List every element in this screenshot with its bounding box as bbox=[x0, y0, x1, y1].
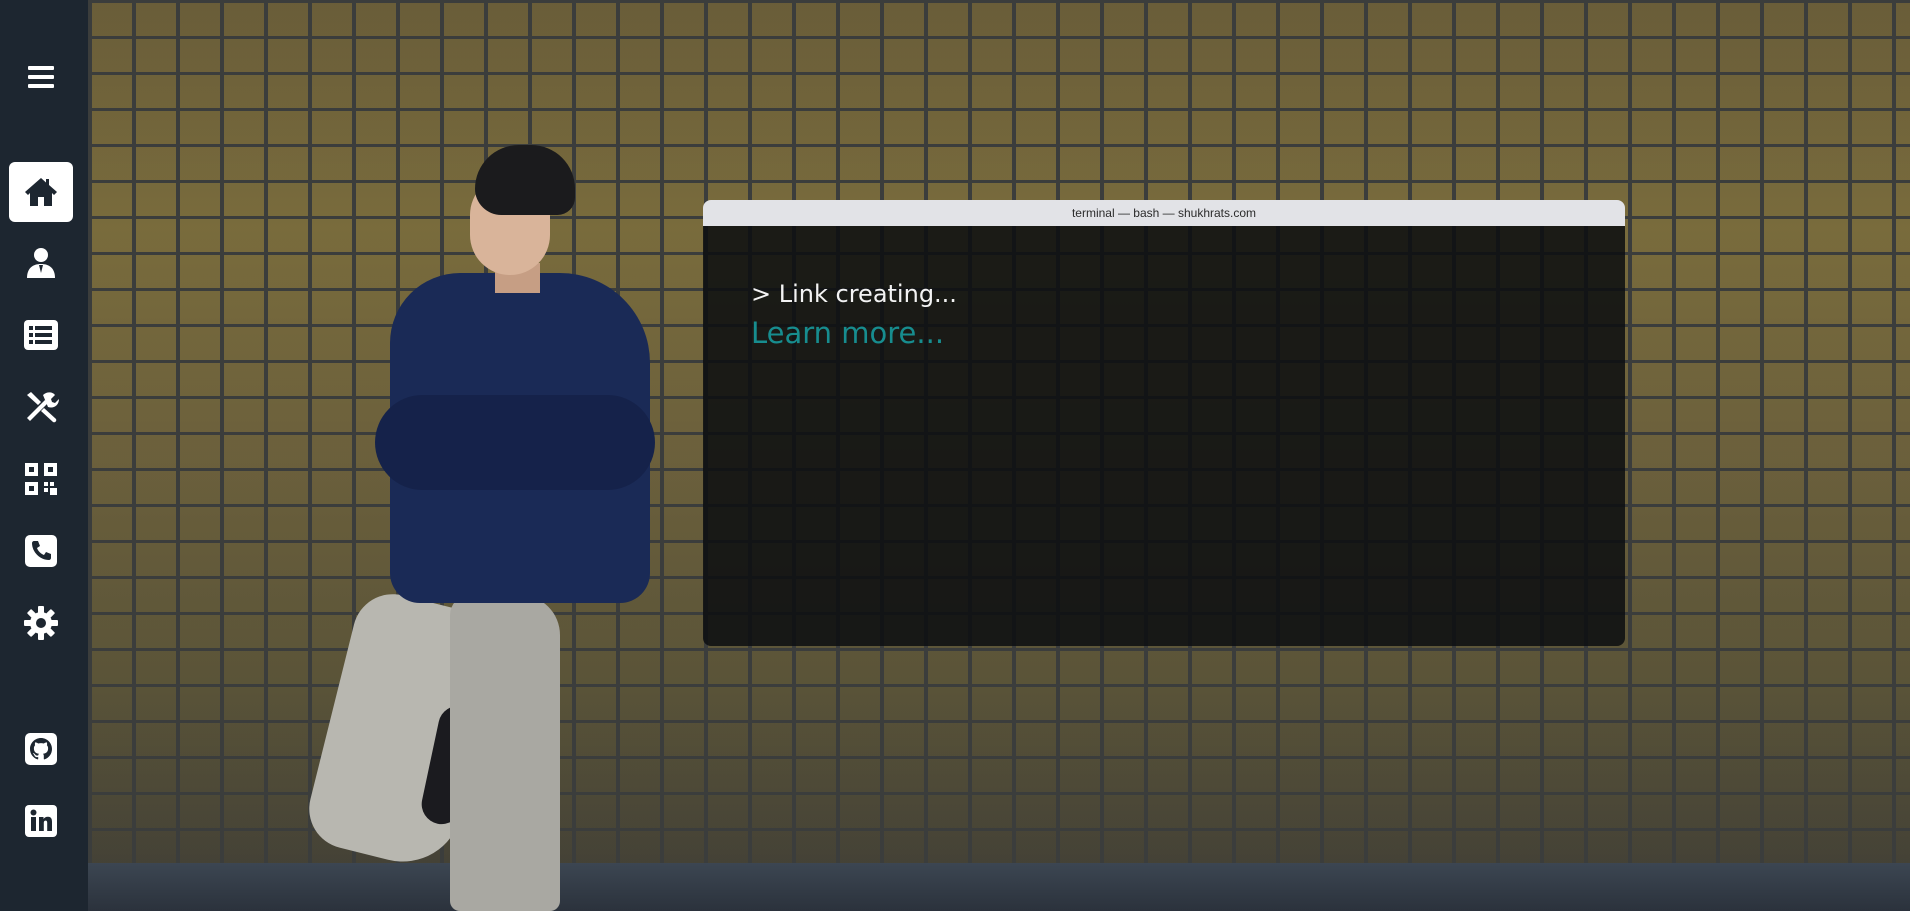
linkedin-icon bbox=[25, 805, 57, 837]
terminal-body: > Link creating... Learn more... bbox=[703, 226, 1625, 646]
page: terminal — bash — shukhrats.com > Link c… bbox=[0, 0, 1910, 911]
sidebar-item-contact[interactable] bbox=[9, 521, 73, 581]
sidebar-item-resume[interactable] bbox=[9, 305, 73, 365]
menu-toggle-button[interactable] bbox=[9, 47, 73, 107]
github-link[interactable] bbox=[9, 719, 73, 779]
phone-icon bbox=[25, 535, 57, 567]
pavement bbox=[0, 863, 1910, 911]
sidebar-item-home[interactable] bbox=[9, 162, 73, 222]
terminal-output-line: > Link creating... bbox=[751, 280, 957, 308]
sidebar-item-settings[interactable] bbox=[9, 593, 73, 653]
terminal-window: terminal — bash — shukhrats.com > Link c… bbox=[703, 200, 1625, 646]
sidebar bbox=[0, 0, 88, 911]
linkedin-link[interactable] bbox=[9, 791, 73, 851]
qrcode-icon bbox=[25, 463, 57, 495]
github-icon bbox=[25, 733, 57, 765]
menu-icon bbox=[28, 66, 54, 88]
home-icon bbox=[25, 178, 57, 206]
gear-icon bbox=[24, 606, 58, 640]
user-icon bbox=[27, 248, 55, 278]
portrait-photo bbox=[300, 145, 670, 911]
sidebar-item-about[interactable] bbox=[9, 233, 73, 293]
tools-icon bbox=[27, 392, 59, 423]
terminal-titlebar: terminal — bash — shukhrats.com bbox=[703, 200, 1625, 226]
sidebar-item-skills[interactable] bbox=[9, 377, 73, 437]
sidebar-item-portfolio[interactable] bbox=[9, 449, 73, 509]
list-icon bbox=[24, 320, 58, 350]
learn-more-link[interactable]: Learn more... bbox=[751, 312, 944, 354]
